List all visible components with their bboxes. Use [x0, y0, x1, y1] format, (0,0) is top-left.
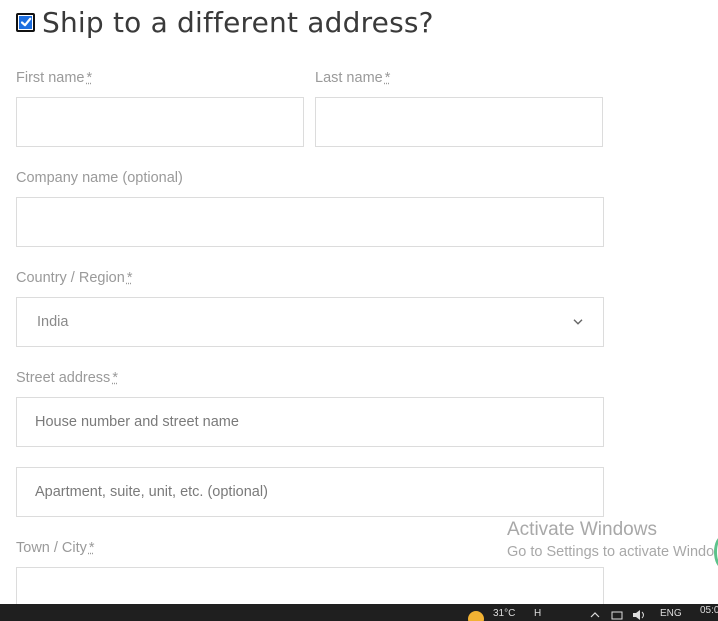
required-marker: *: [384, 70, 391, 86]
company-label: Company name (optional): [16, 170, 183, 186]
floating-chat-button[interactable]: [714, 536, 718, 568]
weather-icon: [468, 611, 484, 621]
town-input[interactable]: [16, 567, 604, 607]
last-name-label: Last name *: [315, 70, 391, 86]
street-placeholder: House number and street name: [35, 414, 239, 430]
chevron-up-icon[interactable]: [590, 610, 600, 620]
required-marker: *: [88, 540, 95, 556]
last-name-input[interactable]: [315, 97, 603, 147]
weather-extra: H: [534, 608, 542, 619]
checkmark-icon: [20, 17, 31, 27]
first-name-input[interactable]: [16, 97, 304, 147]
required-marker: *: [112, 370, 118, 386]
required-marker: *: [86, 70, 93, 86]
town-label: Town / City *: [16, 540, 95, 556]
ship-different-checkbox[interactable]: [16, 12, 35, 32]
country-select[interactable]: India: [16, 297, 604, 347]
clock-time[interactable]: 05:0: [700, 605, 718, 616]
company-input[interactable]: [16, 197, 604, 247]
street-label: Street address *: [16, 370, 118, 386]
first-name-label: First name *: [16, 70, 93, 86]
activate-windows-subtitle: Go to Settings to activate Windo: [507, 544, 715, 560]
apartment-placeholder: Apartment, suite, unit, etc. (optional): [35, 484, 268, 500]
country-label: Country / Region *: [16, 270, 133, 286]
volume-icon[interactable]: [632, 609, 646, 621]
activate-windows-title: Activate Windows: [507, 519, 657, 540]
street-address-input[interactable]: House number and street name: [16, 397, 604, 447]
ship-different-row: Ship to a different address?: [16, 4, 434, 40]
apartment-input[interactable]: Apartment, suite, unit, etc. (optional): [16, 467, 604, 517]
weather-temp: 31°C: [493, 608, 516, 619]
network-icon[interactable]: [611, 609, 623, 621]
country-selected-value: India: [37, 314, 69, 330]
chevron-down-icon: [573, 319, 583, 325]
section-heading: Ship to a different address?: [42, 5, 434, 39]
language-indicator[interactable]: ENG: [660, 608, 682, 619]
required-marker: *: [126, 270, 133, 286]
windows-taskbar: 31°C H ENG 05:0: [0, 604, 718, 621]
